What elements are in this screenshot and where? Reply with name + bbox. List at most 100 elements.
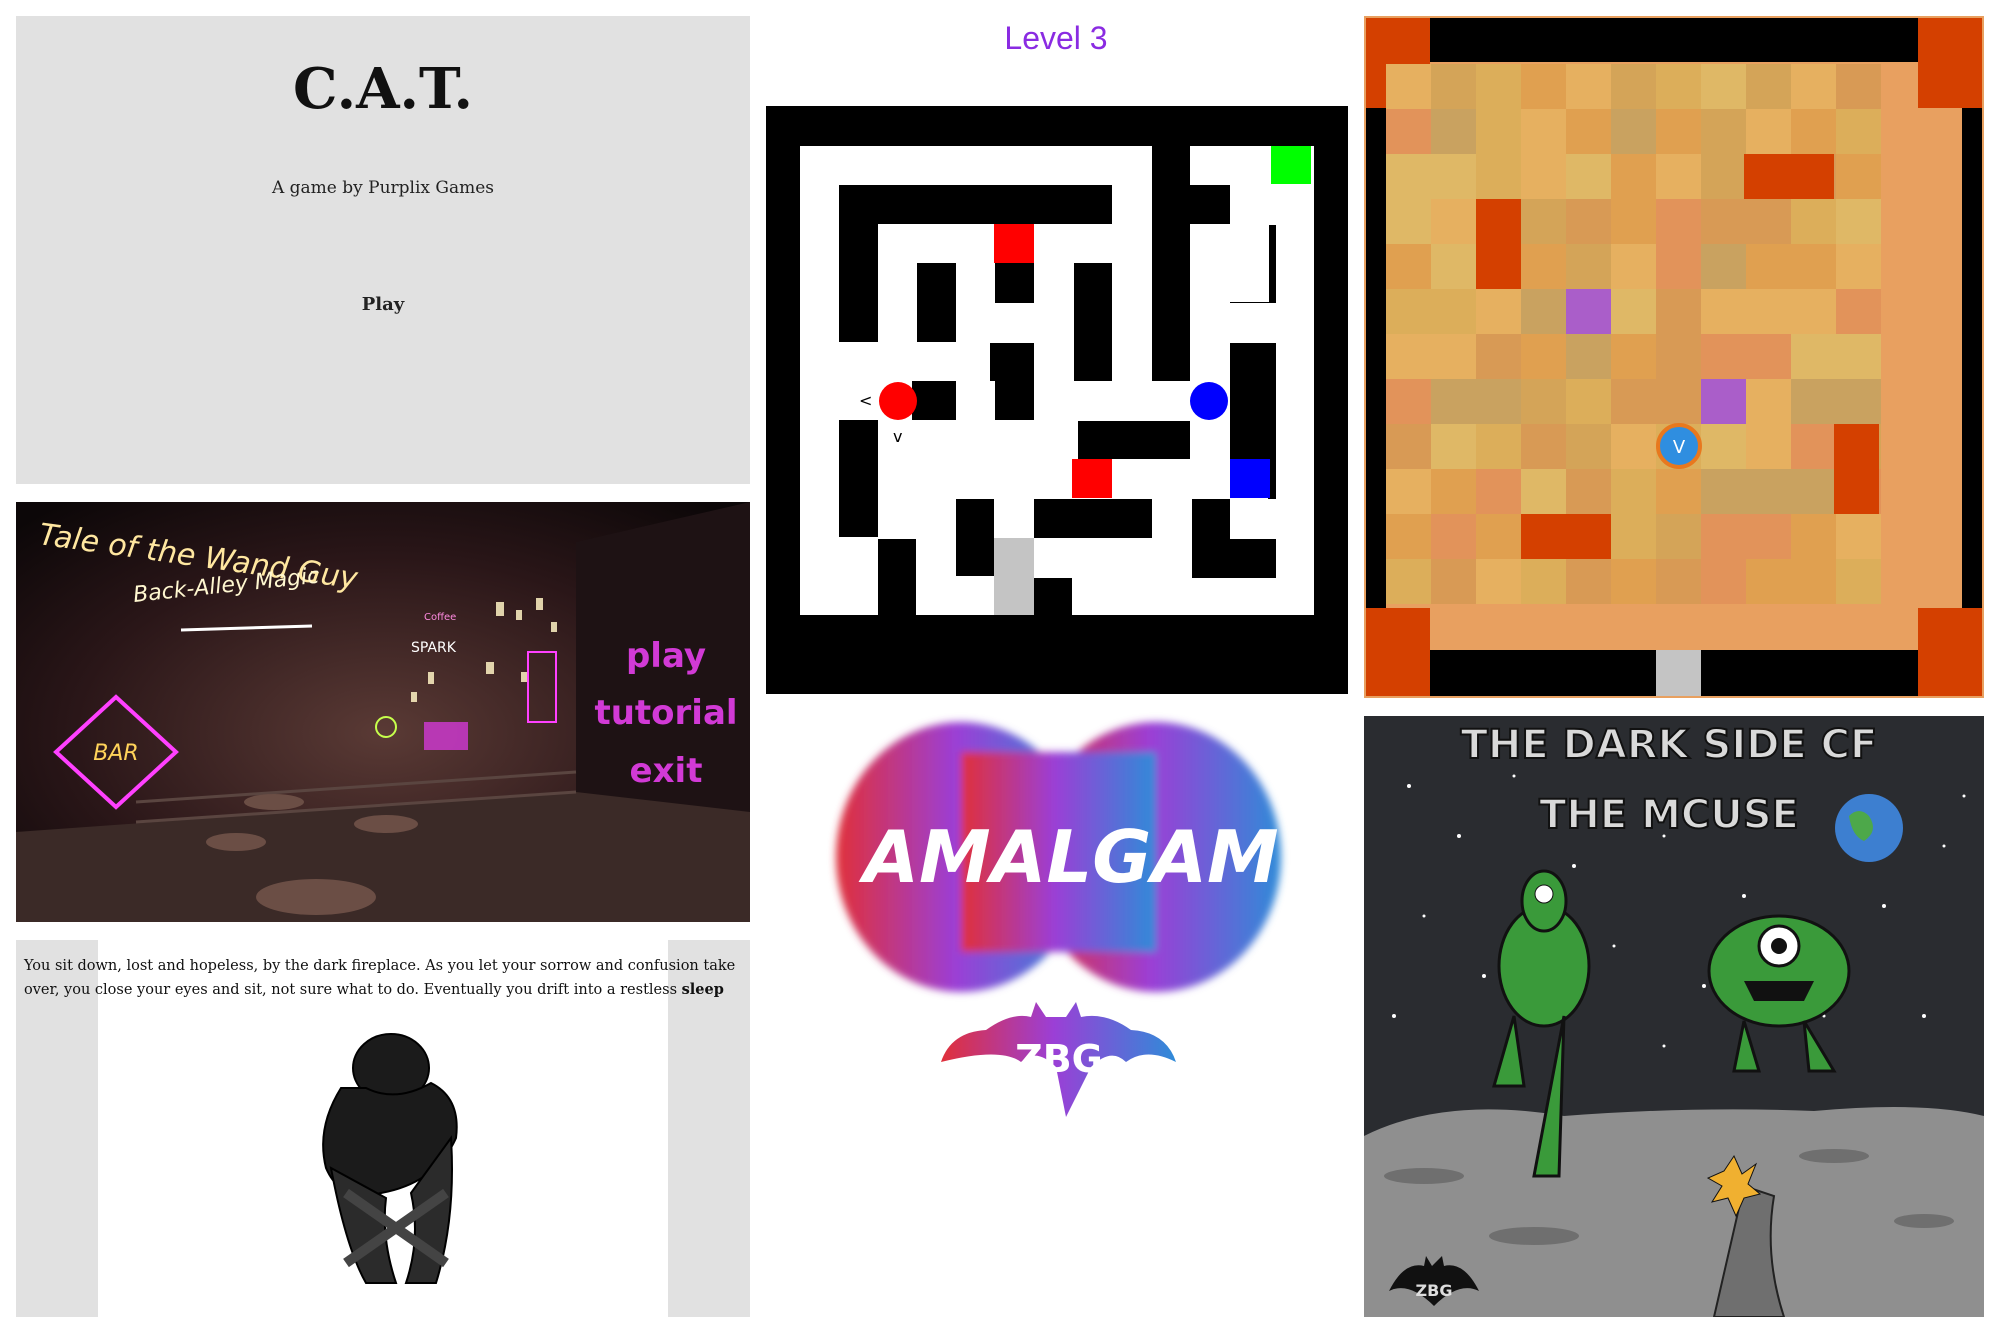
tale-neon-sign xyxy=(424,722,468,750)
tile-cell xyxy=(1386,289,1431,334)
maze-hazard-tile xyxy=(994,224,1034,263)
tile-cell xyxy=(1791,64,1836,109)
tale-menu-play[interactable]: play xyxy=(626,636,706,676)
cat-game-title: C.A.T. xyxy=(293,56,473,122)
amalgam-logo-text: AMALGAM xyxy=(858,815,1278,899)
tile-cell xyxy=(1836,559,1881,604)
tale-menu-exit[interactable]: exit xyxy=(630,751,703,791)
tile-cell xyxy=(1431,154,1476,199)
tile-cell xyxy=(1746,334,1791,379)
tile-cell xyxy=(1701,289,1746,334)
story-text-screen: You sit down, lost and hopeless, by the … xyxy=(16,940,750,1317)
maze-player-red[interactable] xyxy=(879,382,917,420)
tile-cell xyxy=(1746,289,1791,334)
tile-cell xyxy=(1521,244,1566,289)
tile-cell xyxy=(1611,154,1656,199)
tale-menu-tutorial[interactable]: tutorial xyxy=(594,693,737,733)
tile-cell xyxy=(1701,469,1746,514)
tile-cell xyxy=(1476,154,1521,199)
tile-cell xyxy=(1566,109,1611,154)
tile-grid-right-edge xyxy=(1962,108,1982,608)
tile-cell xyxy=(1611,469,1656,514)
tile-cell xyxy=(1701,514,1746,559)
tile-cell xyxy=(1611,199,1656,244)
tile-cell xyxy=(1656,244,1701,289)
tale-scene-svg: BAR SPARK Coffee Tale of the Wand Guy Ba… xyxy=(16,502,750,922)
tile-cell xyxy=(1611,334,1656,379)
tile-cell xyxy=(1611,514,1656,559)
tile-cell xyxy=(1566,469,1611,514)
tile-cell xyxy=(1431,379,1476,424)
tile-cell xyxy=(1431,514,1476,559)
tile-cell xyxy=(1521,334,1566,379)
tile-cell xyxy=(1611,559,1656,604)
maze-arrow-down[interactable]: v xyxy=(893,427,902,446)
tale-spark-sign: SPARK xyxy=(411,640,457,656)
tile-cell xyxy=(1836,154,1881,199)
tile-cell xyxy=(1386,514,1431,559)
tile-cell xyxy=(1836,514,1881,559)
tile-cell xyxy=(1476,469,1521,514)
tile-cell xyxy=(1611,64,1656,109)
tile-cell xyxy=(1431,469,1476,514)
tile-cell xyxy=(1386,334,1431,379)
tile-cell xyxy=(1521,379,1566,424)
tile-cell xyxy=(1386,154,1431,199)
tile-cell xyxy=(1791,109,1836,154)
tile-cell xyxy=(1386,199,1431,244)
zbg-corner-logo: ZBG xyxy=(1416,1281,1453,1300)
tile-cell xyxy=(1431,559,1476,604)
tile-cell xyxy=(1566,199,1611,244)
tile-cell xyxy=(1431,64,1476,109)
tile-cell xyxy=(1746,559,1791,604)
tile-cell xyxy=(1476,64,1521,109)
tile-corner-hot xyxy=(1366,608,1430,696)
tile-purple xyxy=(1701,379,1746,424)
maze-exit-tile xyxy=(994,538,1034,615)
tale-coffee-sign: Coffee xyxy=(424,612,456,623)
tile-cell xyxy=(1386,469,1431,514)
tile-purple xyxy=(1566,289,1611,334)
tile-cell xyxy=(1746,109,1791,154)
maze-svg: < > v xyxy=(766,106,1348,694)
tile-cell xyxy=(1521,199,1566,244)
tile-cell xyxy=(1386,244,1431,289)
tile-cell xyxy=(1746,199,1791,244)
cat-game-subtitle: A game by Purplix Games xyxy=(271,178,495,198)
tile-cell xyxy=(1611,379,1656,424)
tile-cell xyxy=(1476,559,1521,604)
tile-cell xyxy=(1476,424,1521,469)
tile-cell xyxy=(1431,244,1476,289)
maze-key-tile xyxy=(1230,459,1270,498)
tile-cell xyxy=(1701,109,1746,154)
tile-hot xyxy=(1744,154,1834,199)
tile-cell xyxy=(1656,64,1701,109)
tile-cell xyxy=(1656,199,1701,244)
tile-cell xyxy=(1521,289,1566,334)
zbg-badge-text: ZBG xyxy=(1015,1037,1103,1081)
sitting-figure-illustration xyxy=(322,1033,458,1284)
story-keyword-link[interactable]: sleep xyxy=(682,981,724,998)
tile-cell xyxy=(1521,424,1566,469)
tile-cell xyxy=(1521,469,1566,514)
tile-cell xyxy=(1566,559,1611,604)
maze-game-board: < > v xyxy=(766,106,1348,694)
tile-cell xyxy=(1791,469,1836,514)
tile-cell xyxy=(1701,199,1746,244)
tile-cell xyxy=(1611,109,1656,154)
maze-player-blue[interactable] xyxy=(1190,382,1228,420)
tile-cell xyxy=(1746,64,1791,109)
tile-cell xyxy=(1701,424,1746,469)
maze-arrow-left[interactable]: < xyxy=(859,391,872,410)
tile-cell xyxy=(1386,109,1431,154)
maze-level-label: Level 3 xyxy=(1004,20,1108,56)
tile-cell xyxy=(1701,334,1746,379)
tile-cell xyxy=(1746,244,1791,289)
tale-of-wand-guy-screen: BAR SPARK Coffee Tale of the Wand Guy Ba… xyxy=(16,502,750,922)
tile-cell xyxy=(1701,244,1746,289)
tile-cell xyxy=(1566,334,1611,379)
cat-play-button[interactable]: Play xyxy=(16,294,750,315)
tile-cell xyxy=(1701,64,1746,109)
tile-corner-hot xyxy=(1918,18,1982,108)
maze-arrow-right[interactable]: > xyxy=(931,391,944,410)
